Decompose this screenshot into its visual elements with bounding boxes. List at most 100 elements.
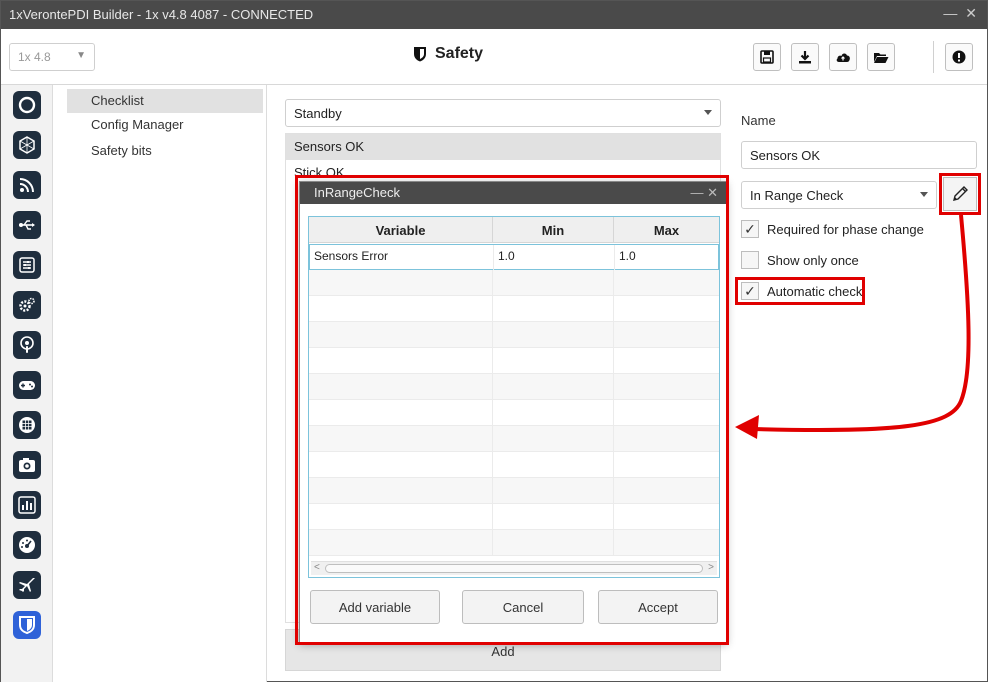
submenu-item-config-manager[interactable]: Config Manager bbox=[67, 113, 263, 137]
sliders-icon bbox=[19, 257, 35, 273]
scrollbar-thumb[interactable] bbox=[325, 564, 703, 573]
save-button[interactable] bbox=[753, 43, 781, 71]
table-row[interactable] bbox=[309, 400, 719, 426]
polygon-icon bbox=[19, 136, 35, 154]
plane-icon bbox=[19, 578, 35, 592]
sidebar-item-telemetry[interactable] bbox=[13, 171, 41, 199]
check-type-value: In Range Check bbox=[750, 188, 844, 203]
column-header-max[interactable]: Max bbox=[614, 217, 719, 243]
table-header: Variable Min Max bbox=[309, 217, 719, 243]
sidebar-item-configuration[interactable] bbox=[13, 291, 41, 319]
dialog-title: InRangeCheck bbox=[314, 185, 400, 200]
checkbox-label: Required for phase change bbox=[767, 221, 924, 237]
save-icon bbox=[760, 50, 774, 64]
table-row[interactable]: Sensors Error 1.0 1.0 bbox=[309, 244, 719, 270]
folder-icon bbox=[874, 52, 889, 63]
gears-icon bbox=[19, 297, 35, 312]
show-only-once-checkbox[interactable]: Show only once bbox=[741, 250, 859, 270]
info-icon bbox=[952, 50, 966, 64]
sidebar-item-usb[interactable] bbox=[13, 211, 41, 239]
table-row[interactable] bbox=[309, 322, 719, 348]
column-header-variable[interactable]: Variable bbox=[309, 217, 493, 243]
shield-icon bbox=[414, 47, 426, 62]
table-row[interactable] bbox=[309, 504, 719, 530]
open-folder-button[interactable] bbox=[867, 43, 895, 71]
table-row[interactable] bbox=[309, 478, 719, 504]
download-icon bbox=[799, 51, 811, 64]
table-row[interactable] bbox=[309, 374, 719, 400]
table-cell[interactable]: 1.0 bbox=[494, 245, 615, 270]
column-header-min[interactable]: Min bbox=[493, 217, 614, 243]
cloud-button[interactable] bbox=[829, 43, 857, 71]
camera-icon bbox=[19, 458, 35, 472]
horizontal-scrollbar[interactable]: < > bbox=[311, 561, 717, 575]
dashboard-icon bbox=[19, 537, 35, 553]
list-item[interactable]: Sensors OK bbox=[286, 134, 720, 160]
name-label: Name bbox=[741, 113, 776, 128]
download-button[interactable] bbox=[791, 43, 819, 71]
name-field[interactable]: Sensors OK bbox=[741, 141, 977, 169]
table-row[interactable] bbox=[309, 426, 719, 452]
shield-icon bbox=[19, 616, 35, 634]
sidebar-item-structure[interactable] bbox=[13, 131, 41, 159]
table-row[interactable] bbox=[309, 296, 719, 322]
automatic-check-checkbox[interactable]: ✓ Automatic check bbox=[741, 281, 862, 301]
power-icon bbox=[18, 96, 36, 114]
checkbox-checked[interactable]: ✓ bbox=[741, 282, 759, 300]
version-value: 1x 4.8 bbox=[18, 50, 51, 64]
chevron-left-icon[interactable]: < bbox=[314, 562, 320, 573]
chevron-right-icon[interactable]: > bbox=[708, 562, 714, 573]
sidebar-item-broadcast[interactable] bbox=[13, 331, 41, 359]
table-row[interactable] bbox=[309, 452, 719, 478]
checkbox-unchecked[interactable] bbox=[741, 251, 759, 269]
dialog-title-bar[interactable]: InRangeCheck — ✕ bbox=[300, 182, 726, 204]
pencil-icon bbox=[953, 186, 968, 201]
sidebar-item-settings[interactable] bbox=[13, 251, 41, 279]
chevron-down-icon: ▼ bbox=[76, 50, 86, 61]
accept-button[interactable]: Accept bbox=[598, 590, 718, 624]
sidebar-item-statistics[interactable] bbox=[13, 491, 41, 519]
table-cell[interactable]: 1.0 bbox=[615, 245, 719, 270]
table-cell[interactable]: Sensors Error bbox=[310, 245, 494, 270]
add-variable-button[interactable]: Add variable bbox=[310, 590, 440, 624]
table-row[interactable] bbox=[309, 270, 719, 296]
chevron-down-icon bbox=[704, 110, 712, 115]
table-row[interactable] bbox=[309, 530, 719, 556]
dialog-controls[interactable]: — ✕ bbox=[690, 185, 718, 201]
edit-check-button[interactable] bbox=[943, 177, 977, 211]
checkbox-checked[interactable]: ✓ bbox=[741, 220, 759, 238]
toolbar-divider bbox=[933, 41, 934, 73]
required-for-phase-change-checkbox[interactable]: ✓ Required for phase change bbox=[741, 219, 924, 239]
phase-select[interactable]: Standby bbox=[285, 99, 721, 127]
sidebar bbox=[1, 85, 53, 682]
chevron-down-icon bbox=[920, 192, 928, 197]
sidebar-item-joystick[interactable] bbox=[13, 371, 41, 399]
variables-table: Variable Min Max Sensors Error 1.0 1.0 < bbox=[308, 216, 720, 578]
sidebar-item-power[interactable] bbox=[13, 91, 41, 119]
window-title: 1xVerontePDI Builder - 1x v4.8 4087 - CO… bbox=[9, 7, 314, 22]
checkbox-label: Show only once bbox=[767, 252, 859, 268]
cancel-button[interactable]: Cancel bbox=[462, 590, 584, 624]
table-row[interactable] bbox=[309, 348, 719, 374]
version-select[interactable]: 1x 4.8 ▼ bbox=[9, 43, 95, 71]
submenu-item-safety-bits[interactable]: Safety bits bbox=[67, 139, 263, 163]
check-type-select[interactable]: In Range Check bbox=[741, 181, 937, 209]
in-range-check-dialog: InRangeCheck — ✕ Variable Min Max Sensor… bbox=[299, 181, 727, 643]
info-button[interactable] bbox=[945, 43, 973, 71]
usb-icon bbox=[19, 220, 35, 230]
page-header: Safety bbox=[413, 45, 483, 63]
sidebar-item-dashboard[interactable] bbox=[13, 531, 41, 559]
toolbar: 1x 4.8 ▼ Safety bbox=[1, 29, 987, 85]
sidebar-item-camera[interactable] bbox=[13, 451, 41, 479]
app-window: 1xVerontePDI Builder - 1x v4.8 4087 - CO… bbox=[0, 0, 988, 682]
submenu: Checklist Config Manager Safety bits bbox=[53, 85, 267, 682]
window-controls[interactable]: — ✕ bbox=[943, 5, 979, 22]
sidebar-item-apps[interactable] bbox=[13, 411, 41, 439]
submenu-item-checklist[interactable]: Checklist bbox=[67, 89, 263, 113]
podcast-icon bbox=[20, 336, 34, 353]
gamepad-icon bbox=[19, 381, 35, 390]
sidebar-item-safety[interactable] bbox=[13, 611, 41, 639]
sidebar-item-flight[interactable] bbox=[13, 571, 41, 599]
page-title: Safety bbox=[435, 45, 484, 62]
bar-chart-icon bbox=[18, 496, 36, 514]
